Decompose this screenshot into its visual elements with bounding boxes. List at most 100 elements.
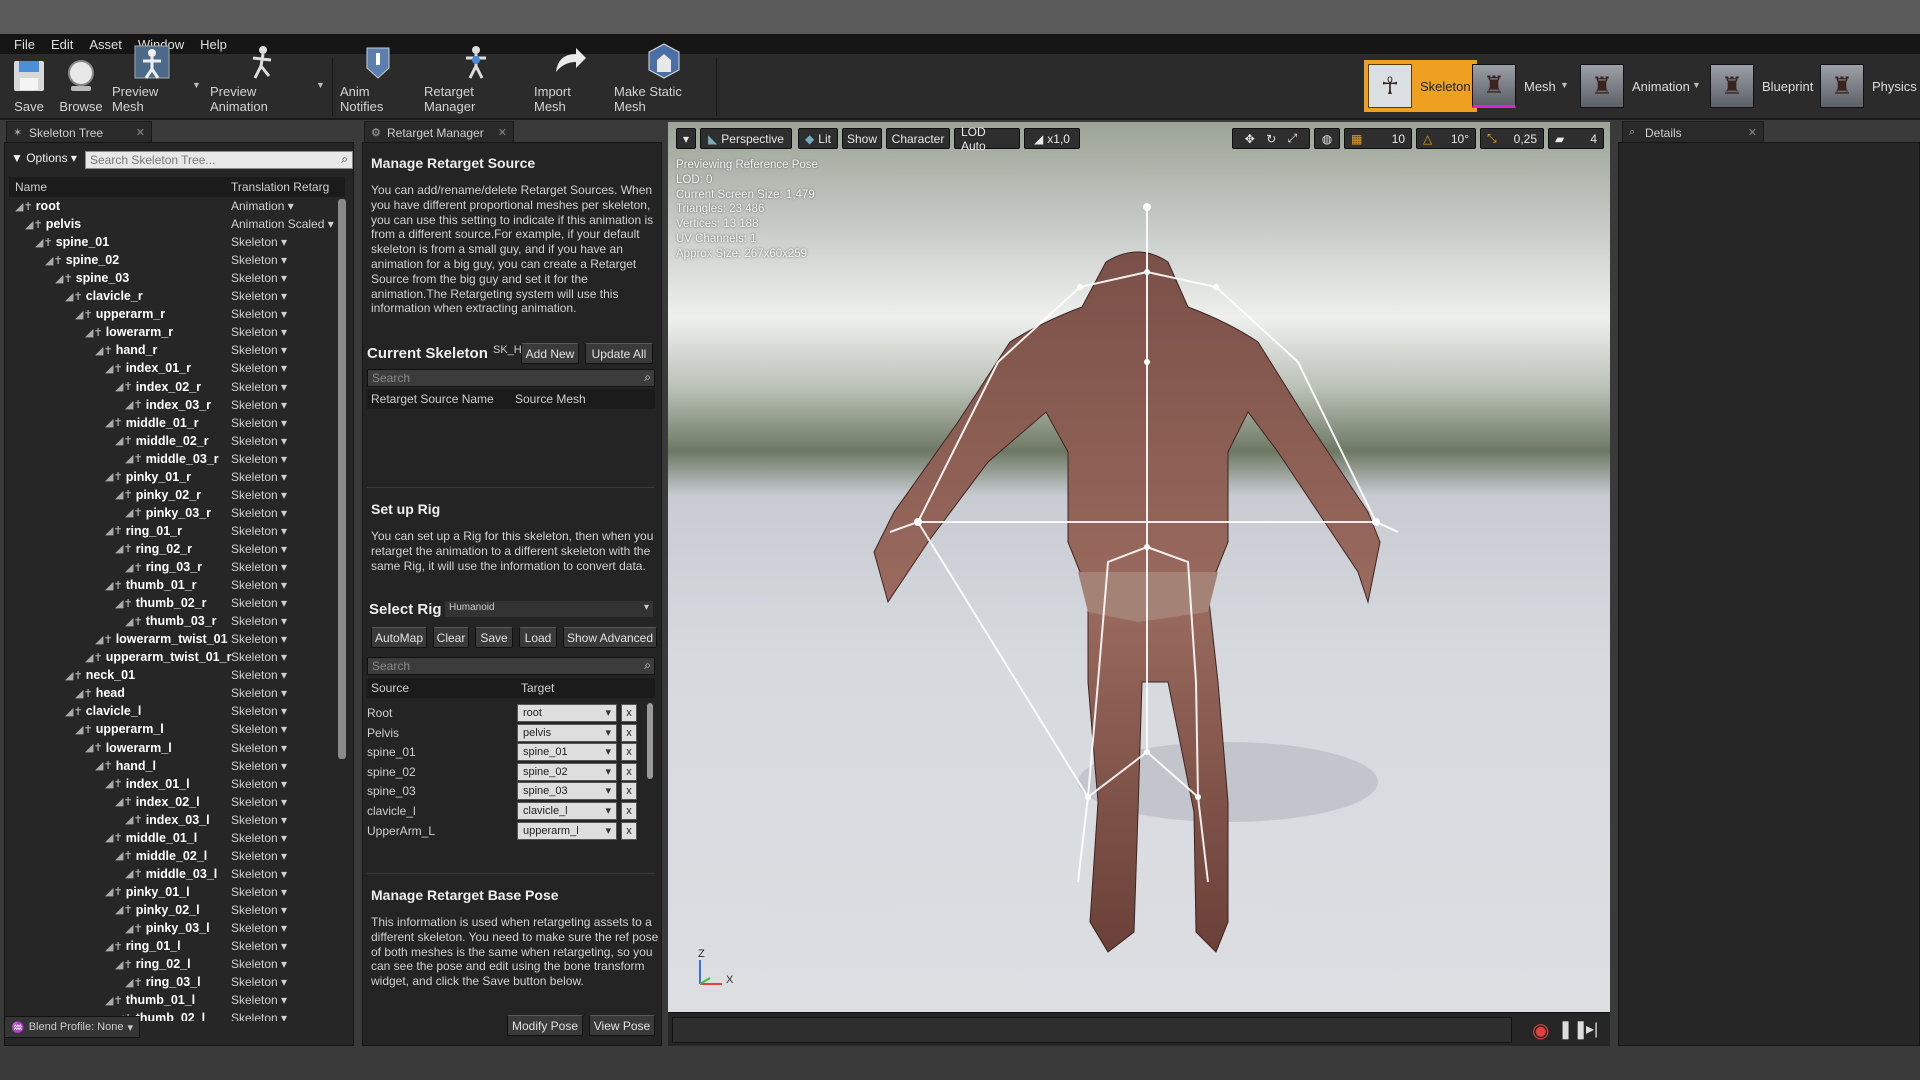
search-skeleton-tree-input[interactable]: Search Skeleton Tree... ⌕ xyxy=(85,151,353,169)
close-icon[interactable]: ✕ xyxy=(1748,126,1757,139)
bone-row[interactable]: ◢✝ spine_02 Skeleton ▾ xyxy=(11,253,341,271)
bone-row[interactable]: ◢✝ upperarm_r Skeleton ▾ xyxy=(11,307,341,325)
bone-row[interactable]: ◢✝ thumb_02_r Skeleton ▾ xyxy=(11,596,341,614)
column-retarget-source-name[interactable]: Retarget Source Name xyxy=(371,392,494,406)
bone-row[interactable]: ◢✝ pelvis Animation Scaled ▾ xyxy=(11,217,341,235)
bone-row[interactable]: ◢✝ index_03_r Skeleton ▾ xyxy=(11,398,341,416)
translation-retargeting-dropdown[interactable]: Skeleton ▾ xyxy=(231,452,287,466)
bone-row[interactable]: ◢✝ upperarm_twist_01_r Skeleton ▾ xyxy=(11,650,341,668)
translation-retargeting-dropdown[interactable]: Skeleton ▾ xyxy=(231,235,287,249)
translation-retargeting-dropdown[interactable]: Skeleton ▾ xyxy=(231,289,287,303)
translation-retargeting-dropdown[interactable]: Skeleton ▾ xyxy=(231,759,287,773)
translation-retargeting-dropdown[interactable]: Skeleton ▾ xyxy=(231,993,287,1007)
mode-skeleton-button[interactable]: ☥ Skeleton xyxy=(1364,60,1477,112)
translation-retargeting-dropdown[interactable]: Skeleton ▾ xyxy=(231,885,287,899)
playback-speed-button[interactable]: ◢ x1,0 xyxy=(1024,128,1080,149)
menu-edit[interactable]: Edit xyxy=(43,37,81,52)
column-target[interactable]: Target xyxy=(521,681,554,695)
translation-retargeting-dropdown[interactable]: Skeleton ▾ xyxy=(231,704,287,718)
mapping-target-dropdown[interactable]: root xyxy=(517,704,617,722)
translation-retargeting-dropdown[interactable]: Skeleton ▾ xyxy=(231,632,287,646)
tab-skeleton-tree[interactable]: ✶ Skeleton Tree ✕ xyxy=(6,121,152,143)
clear-mapping-button[interactable]: x xyxy=(621,782,637,801)
clear-mapping-button[interactable]: x xyxy=(621,802,637,820)
pause-icon[interactable]: ❚❚ xyxy=(1558,1019,1588,1040)
scrollbar[interactable] xyxy=(647,703,653,779)
load-rig-button[interactable]: Load xyxy=(519,627,557,648)
bone-row[interactable]: ◢✝ hand_r Skeleton ▾ xyxy=(11,343,341,361)
bone-row[interactable]: ◢✝ pinky_03_r Skeleton ▾ xyxy=(11,506,341,524)
rotation-snap-button[interactable]: △ 10° xyxy=(1416,128,1476,149)
menu-help[interactable]: Help xyxy=(192,37,235,52)
automap-button[interactable]: AutoMap xyxy=(371,627,427,648)
translation-retargeting-dropdown[interactable]: Skeleton ▾ xyxy=(231,380,287,394)
options-dropdown[interactable]: ▼ Options ▾ xyxy=(11,151,77,165)
make-static-mesh-button[interactable]: Make Static Mesh xyxy=(614,43,714,118)
translation-retargeting-dropdown[interactable]: Skeleton ▾ xyxy=(231,921,287,935)
select-rig-dropdown[interactable]: Humanoid ▾ xyxy=(445,601,653,617)
preview-viewport[interactable]: ▾ ◣ Perspective ◆ Lit Show Character LOD A… xyxy=(668,122,1610,1012)
mode-mesh-button[interactable]: ♜ Mesh xyxy=(1472,60,1556,112)
menu-file[interactable]: File xyxy=(6,37,43,52)
column-name[interactable]: Name xyxy=(15,180,47,194)
close-icon[interactable]: ✕ xyxy=(498,126,507,139)
show-button[interactable]: Show xyxy=(842,128,882,149)
bone-row[interactable]: ◢✝ ring_02_l Skeleton ▾ xyxy=(11,957,341,975)
bone-row[interactable]: ◢✝ pinky_02_r Skeleton ▾ xyxy=(11,488,341,506)
bone-row[interactable]: ◢✝ ring_01_r Skeleton ▾ xyxy=(11,524,341,542)
mode-physics-button[interactable]: ♜ Physics xyxy=(1820,60,1917,112)
import-mesh-button[interactable]: Import Mesh xyxy=(534,48,606,118)
save-button[interactable]: Save xyxy=(8,56,50,118)
bone-row[interactable]: ◢✝ index_03_l Skeleton ▾ xyxy=(11,813,341,831)
view-pose-button[interactable]: View Pose xyxy=(589,1015,655,1036)
tab-retarget-manager[interactable]: ⚙ Retarget Manager ✕ xyxy=(364,121,514,143)
scrollbar[interactable] xyxy=(338,199,346,759)
translation-retargeting-dropdown[interactable]: Skeleton ▾ xyxy=(231,398,287,412)
translation-retargeting-dropdown[interactable]: Skeleton ▾ xyxy=(231,271,287,285)
step-forward-icon[interactable]: ▸| xyxy=(1586,1019,1598,1039)
retarget-manager-button[interactable]: Retarget Manager xyxy=(424,46,528,118)
translation-retargeting-dropdown[interactable]: Skeleton ▾ xyxy=(231,741,287,755)
bone-row[interactable]: ◢✝ middle_01_r Skeleton ▾ xyxy=(11,416,341,434)
mesh-dropdown-icon[interactable]: ▼ xyxy=(1560,80,1569,90)
show-advanced-button[interactable]: Show Advanced xyxy=(563,627,657,648)
translation-retargeting-dropdown[interactable]: Skeleton ▾ xyxy=(231,253,287,267)
bone-row[interactable]: ◢✝ ring_02_r Skeleton ▾ xyxy=(11,542,341,560)
bone-row[interactable]: ◢✝ lowerarm_r Skeleton ▾ xyxy=(11,325,341,343)
bone-row[interactable]: ◢✝ middle_03_l Skeleton ▾ xyxy=(11,867,341,885)
character-button[interactable]: Character xyxy=(886,128,950,149)
translation-retargeting-dropdown[interactable]: Skeleton ▾ xyxy=(231,560,287,574)
translation-retargeting-dropdown[interactable]: Animation ▾ xyxy=(231,199,294,213)
translation-retargeting-dropdown[interactable]: Skeleton ▾ xyxy=(231,361,287,375)
translation-retargeting-dropdown[interactable]: Skeleton ▾ xyxy=(231,325,287,339)
translation-retargeting-dropdown[interactable]: Skeleton ▾ xyxy=(231,524,287,538)
translation-retargeting-dropdown[interactable]: Skeleton ▾ xyxy=(231,343,287,357)
column-source-mesh[interactable]: Source Mesh xyxy=(515,392,586,406)
bone-row[interactable]: ◢✝ spine_01 Skeleton ▾ xyxy=(11,235,341,253)
bone-row[interactable]: ◢✝ upperarm_l Skeleton ▾ xyxy=(11,722,341,740)
blend-profile-dropdown[interactable]: ♒ Blend Profile: None ▾ xyxy=(4,1016,141,1038)
scale-snap-button[interactable]: ⤡ 0,25 xyxy=(1480,128,1544,149)
bone-row[interactable]: ◢✝ lowerarm_twist_01 Skeleton ▾ xyxy=(11,632,341,650)
preview-animation-dropdown-icon[interactable]: ▼ xyxy=(316,80,325,90)
save-rig-button[interactable]: Save xyxy=(475,627,513,648)
translation-retargeting-dropdown[interactable]: Skeleton ▾ xyxy=(231,470,287,484)
bone-row[interactable]: ◢✝ spine_03 Skeleton ▾ xyxy=(11,271,341,289)
close-icon[interactable]: ✕ xyxy=(136,126,145,139)
translation-retargeting-dropdown[interactable]: Skeleton ▾ xyxy=(231,596,287,610)
translation-retargeting-dropdown[interactable]: Skeleton ▾ xyxy=(231,307,287,321)
bone-row[interactable]: ◢✝ ring_03_l Skeleton ▾ xyxy=(11,975,341,993)
translation-retargeting-dropdown[interactable]: Skeleton ▾ xyxy=(231,1011,287,1021)
bone-row[interactable]: ◢✝ thumb_03_r Skeleton ▾ xyxy=(11,614,341,632)
translation-retargeting-dropdown[interactable]: Skeleton ▾ xyxy=(231,686,287,700)
grid-snap-button[interactable]: ▦ 10 xyxy=(1344,128,1412,149)
transform-mode-buttons[interactable]: ✥ ↻ ⤢ xyxy=(1232,128,1310,149)
translation-retargeting-dropdown[interactable]: Skeleton ▾ xyxy=(231,578,287,592)
mapping-target-dropdown[interactable]: upperarm_l xyxy=(517,821,617,840)
browse-button[interactable]: Browse xyxy=(58,56,104,118)
clear-mapping-button[interactable]: x xyxy=(621,762,637,781)
translation-retargeting-dropdown[interactable]: Skeleton ▾ xyxy=(231,668,287,682)
translation-retargeting-dropdown[interactable]: Skeleton ▾ xyxy=(231,506,287,520)
mapping-target-dropdown[interactable]: clavicle_l xyxy=(517,802,617,820)
mapping-target-dropdown[interactable]: pelvis xyxy=(517,723,617,742)
